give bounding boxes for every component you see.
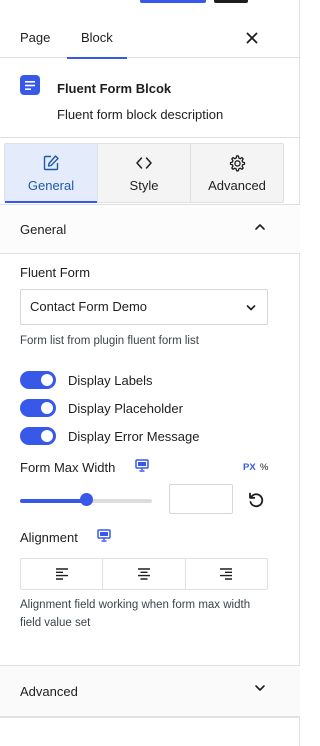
- chevron-down-icon: [255, 685, 265, 691]
- tab-general-label: General: [27, 178, 75, 193]
- chevron-down-icon: [246, 305, 256, 311]
- gear-icon: [229, 155, 246, 172]
- reset-button[interactable]: [246, 490, 266, 510]
- form-list-icon: [20, 75, 40, 95]
- toggle-switch[interactable]: [20, 427, 56, 445]
- align-left-icon: [55, 568, 68, 580]
- divider: [0, 717, 300, 718]
- fluent-form-selected: Contact Form Demo: [30, 299, 148, 314]
- block-title: Fluent Form Blcok: [57, 81, 172, 96]
- block-card: Fluent Form Blcok Fluent form block desc…: [0, 59, 300, 138]
- alignment-label: Alignment: [20, 530, 78, 545]
- display-error-message-label: Display Error Message: [68, 428, 200, 444]
- block-settings-panel: Page Block Fluent Form Blcok Fluent form…: [0, 0, 300, 746]
- fluent-form-select[interactable]: Contact Form Demo: [20, 289, 268, 325]
- reset-icon: [249, 492, 264, 508]
- desktop-icon[interactable]: [135, 459, 149, 472]
- display-labels-toggle[interactable]: Display Labels: [20, 370, 153, 390]
- display-placeholder-toggle[interactable]: Display Placeholder: [20, 398, 183, 418]
- display-error-message-toggle[interactable]: Display Error Message: [20, 426, 200, 446]
- fluent-form-label: Fluent Form: [20, 265, 91, 280]
- primary-button-edge[interactable]: [140, 0, 206, 3]
- general-section-title: General: [20, 221, 67, 237]
- desktop-icon[interactable]: [97, 529, 111, 542]
- fluent-form-help: Form list from plugin fluent form list: [20, 335, 199, 347]
- tab-style-label: Style: [129, 178, 159, 193]
- general-section-toggle[interactable]: General: [0, 204, 300, 254]
- close-icon: [246, 32, 258, 44]
- close-button[interactable]: [240, 26, 264, 50]
- tab-advanced[interactable]: Advanced: [191, 144, 283, 202]
- align-left-button[interactable]: [21, 559, 104, 589]
- edit-icon: [43, 155, 59, 171]
- unit-percent[interactable]: %: [260, 462, 268, 473]
- align-center-icon: [137, 568, 150, 580]
- align-right-button[interactable]: [186, 559, 267, 589]
- max-width-input[interactable]: [169, 484, 233, 514]
- top-toolbar-edge: [0, 0, 300, 4]
- tab-block[interactable]: Block: [67, 18, 127, 59]
- advanced-section-title: Advanced: [20, 683, 78, 699]
- alignment-help-line-1: Alignment field working when form max wi…: [20, 599, 251, 611]
- advanced-section-toggle[interactable]: Advanced: [0, 665, 300, 717]
- toggle-switch[interactable]: [20, 399, 56, 417]
- toolbar-button-edge[interactable]: [214, 0, 248, 3]
- tab-advanced-label: Advanced: [208, 178, 266, 193]
- align-center-button[interactable]: [103, 559, 186, 589]
- alignment-button-group: [20, 558, 268, 590]
- toggle-switch[interactable]: [20, 371, 56, 389]
- unit-px[interactable]: PX: [243, 462, 256, 473]
- tab-general[interactable]: General: [5, 144, 98, 203]
- form-max-width-label: Form Max Width: [20, 460, 116, 475]
- max-width-slider-thumb[interactable]: [79, 493, 93, 506]
- chevron-up-icon: [255, 224, 265, 230]
- display-placeholder-label: Display Placeholder: [68, 400, 183, 416]
- style-tabs: General Style Advanced: [4, 143, 284, 203]
- block-description: Fluent form block description: [57, 107, 224, 122]
- display-labels-label: Display Labels: [68, 372, 153, 388]
- alignment-help-line-2: field value set: [20, 617, 91, 629]
- align-right-icon: [220, 568, 233, 580]
- code-brackets-icon: [136, 157, 152, 169]
- max-width-slider-fill: [20, 499, 86, 503]
- tab-page[interactable]: Page: [20, 18, 50, 58]
- tab-style[interactable]: Style: [98, 144, 191, 202]
- sidebar-tabs: Page Block: [0, 18, 300, 59]
